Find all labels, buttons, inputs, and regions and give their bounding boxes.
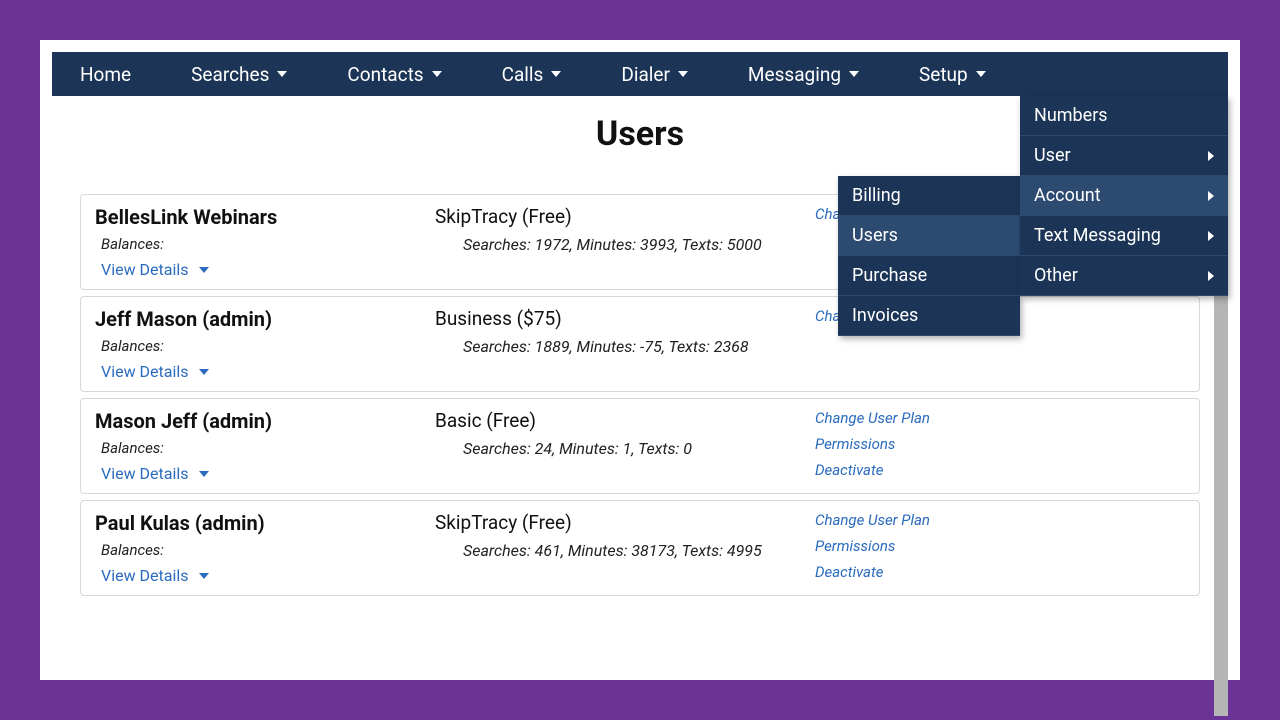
setup-menu-other-label: Other xyxy=(1034,265,1078,286)
view-details-label: View Details xyxy=(101,566,189,585)
user-plan: Basic (Free) xyxy=(435,409,815,433)
balances-text: Searches: 24, Minutes: 1, Texts: 0 xyxy=(435,439,815,458)
view-details-label: View Details xyxy=(101,260,189,279)
chevron-right-icon xyxy=(1208,191,1214,201)
view-details-toggle[interactable]: View Details xyxy=(95,566,435,585)
nav-dialer[interactable]: Dialer xyxy=(613,63,696,86)
app-frame: Home Searches Contacts Calls Dialer Mess… xyxy=(40,40,1240,680)
account-submenu: Billing Users Purchase Invoices xyxy=(838,176,1020,336)
nav-dialer-label: Dialer xyxy=(621,63,670,86)
nav-calls-label: Calls xyxy=(502,63,544,86)
view-details-toggle[interactable]: View Details xyxy=(95,362,435,381)
user-plan: Business ($75) xyxy=(435,307,815,331)
chevron-down-icon xyxy=(432,71,442,77)
user-plan: SkipTracy (Free) xyxy=(435,205,815,229)
account-menu-purchase[interactable]: Purchase xyxy=(838,256,1020,296)
balances-label: Balances: xyxy=(95,439,435,458)
account-menu-invoices-label: Invoices xyxy=(852,305,918,326)
view-details-label: View Details xyxy=(101,464,189,483)
chevron-down-icon xyxy=(976,71,986,77)
user-name: BellesLink Webinars xyxy=(95,205,435,229)
navbar: Home Searches Contacts Calls Dialer Mess… xyxy=(52,52,1228,96)
chevron-right-icon xyxy=(1208,231,1214,241)
nav-contacts-label: Contacts xyxy=(347,63,423,86)
account-menu-users-label: Users xyxy=(852,225,898,246)
chevron-down-icon xyxy=(199,369,209,375)
user-name: Paul Kulas (admin) xyxy=(95,511,435,535)
balances-label: Balances: xyxy=(95,235,435,254)
change-user-plan-link[interactable]: Change User Plan xyxy=(815,409,1185,427)
deactivate-link[interactable]: Deactivate xyxy=(815,563,1185,581)
scrollbar-thumb[interactable] xyxy=(1214,236,1228,716)
user-name: Mason Jeff (admin) xyxy=(95,409,435,433)
account-menu-billing[interactable]: Billing xyxy=(838,176,1020,216)
account-menu-invoices[interactable]: Invoices xyxy=(838,296,1020,336)
setup-menu-user-label: User xyxy=(1034,145,1071,166)
nav-calls[interactable]: Calls xyxy=(494,63,570,86)
chevron-down-icon xyxy=(199,573,209,579)
setup-menu-account[interactable]: Account xyxy=(1020,176,1228,216)
user-actions: Change User Plan Permissions Deactivate xyxy=(815,511,1185,585)
user-card: Jeff Mason (admin) Business ($75) Change… xyxy=(80,296,1200,392)
nav-contacts[interactable]: Contacts xyxy=(339,63,449,86)
permissions-link[interactable]: Permissions xyxy=(815,435,1185,453)
user-actions: Change User Plan Permissions Deactivate xyxy=(815,409,1185,483)
deactivate-link[interactable]: Deactivate xyxy=(815,461,1185,479)
view-details-toggle[interactable]: View Details xyxy=(95,464,435,483)
nav-messaging[interactable]: Messaging xyxy=(740,63,867,86)
chevron-right-icon xyxy=(1208,151,1214,161)
setup-menu-numbers-label: Numbers xyxy=(1034,105,1108,126)
user-card: Paul Kulas (admin) SkipTracy (Free) Chan… xyxy=(80,500,1200,596)
balances-text: Searches: 1889, Minutes: -75, Texts: 236… xyxy=(435,337,815,356)
setup-dropdown: Numbers User Account Text Messaging Othe… xyxy=(1020,96,1228,296)
setup-menu-numbers[interactable]: Numbers xyxy=(1020,96,1228,136)
nav-searches-label: Searches xyxy=(191,63,269,86)
chevron-down-icon xyxy=(849,71,859,77)
view-details-label: View Details xyxy=(101,362,189,381)
view-details-toggle[interactable]: View Details xyxy=(95,260,435,279)
setup-menu-other[interactable]: Other xyxy=(1020,256,1228,296)
setup-menu-text-messaging[interactable]: Text Messaging xyxy=(1020,216,1228,256)
change-user-plan-link[interactable]: Change User Plan xyxy=(815,511,1185,529)
nav-setup-label: Setup xyxy=(919,63,968,86)
balances-label: Balances: xyxy=(95,337,435,356)
chevron-down-icon xyxy=(199,267,209,273)
setup-menu-user[interactable]: User xyxy=(1020,136,1228,176)
chevron-right-icon xyxy=(1208,271,1214,281)
chevron-down-icon xyxy=(551,71,561,77)
balances-text: Searches: 461, Minutes: 38173, Texts: 49… xyxy=(435,541,815,560)
permissions-link[interactable]: Permissions xyxy=(815,537,1185,555)
nav-messaging-label: Messaging xyxy=(748,63,841,86)
chevron-down-icon xyxy=(277,71,287,77)
user-plan: SkipTracy (Free) xyxy=(435,511,815,535)
nav-home[interactable]: Home xyxy=(72,63,139,86)
chevron-down-icon xyxy=(199,471,209,477)
user-card: Mason Jeff (admin) Basic (Free) Change U… xyxy=(80,398,1200,494)
account-menu-purchase-label: Purchase xyxy=(852,265,927,286)
account-menu-users[interactable]: Users xyxy=(838,216,1020,256)
user-name: Jeff Mason (admin) xyxy=(95,307,435,331)
account-menu-billing-label: Billing xyxy=(852,185,901,206)
nav-setup[interactable]: Setup xyxy=(911,63,994,86)
chevron-down-icon xyxy=(678,71,688,77)
nav-home-label: Home xyxy=(80,63,131,86)
balances-label: Balances: xyxy=(95,541,435,560)
setup-menu-account-label: Account xyxy=(1034,185,1101,206)
balances-text: Searches: 1972, Minutes: 3993, Texts: 50… xyxy=(435,235,815,254)
nav-searches[interactable]: Searches xyxy=(183,63,295,86)
setup-menu-text-messaging-label: Text Messaging xyxy=(1034,225,1161,246)
